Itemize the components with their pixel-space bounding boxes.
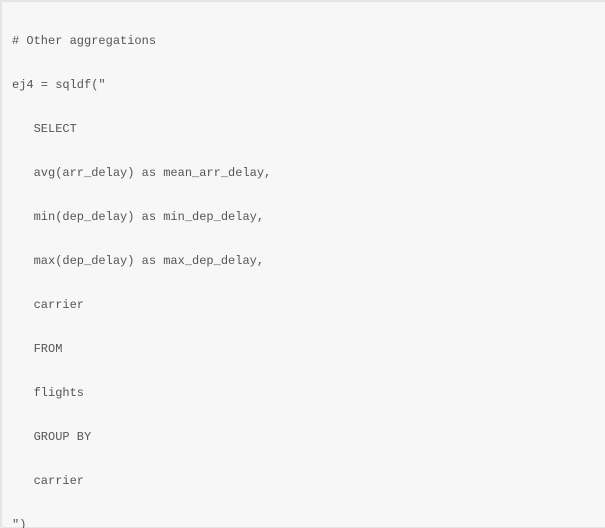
code-block: # Other aggregations ej4 = sqldf(" SELEC…: [2, 2, 605, 528]
code-line: FROM: [12, 338, 595, 360]
code-line: carrier: [12, 470, 595, 492]
code-line: max(dep_delay) as max_dep_delay,: [12, 250, 595, 272]
code-line: GROUP BY: [12, 426, 595, 448]
code-line: SELECT: [12, 118, 595, 140]
code-line: ej4 = sqldf(": [12, 74, 595, 96]
code-line: min(dep_delay) as min_dep_delay,: [12, 206, 595, 228]
code-line: carrier: [12, 294, 595, 316]
code-line: # Other aggregations: [12, 30, 595, 52]
code-line: "): [12, 514, 595, 528]
code-line: avg(arr_delay) as mean_arr_delay,: [12, 162, 595, 184]
code-line: flights: [12, 382, 595, 404]
